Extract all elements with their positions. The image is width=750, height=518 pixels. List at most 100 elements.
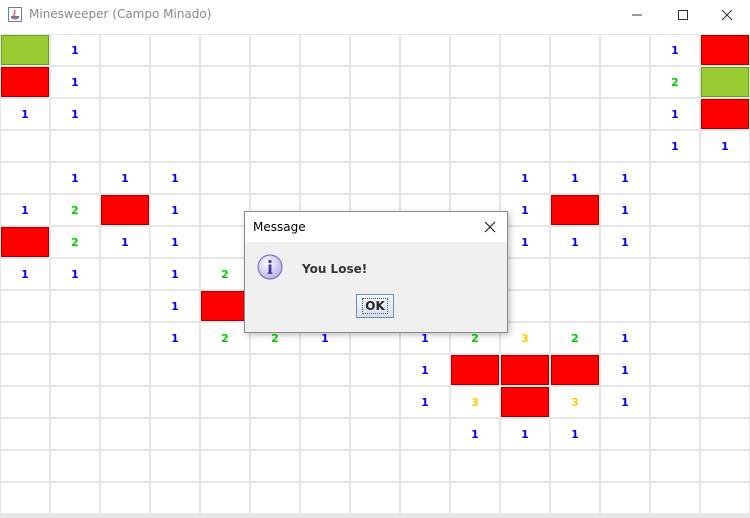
- empty-cell[interactable]: [201, 163, 249, 193]
- empty-cell[interactable]: [201, 387, 249, 417]
- empty-cell[interactable]: [301, 451, 349, 481]
- empty-cell[interactable]: [501, 99, 549, 129]
- number-cell[interactable]: 2: [51, 195, 99, 225]
- empty-cell[interactable]: [201, 195, 249, 225]
- number-cell[interactable]: 1: [501, 419, 549, 449]
- number-cell[interactable]: 1: [601, 163, 649, 193]
- empty-cell[interactable]: [701, 195, 749, 225]
- empty-cell[interactable]: [301, 355, 349, 385]
- empty-cell[interactable]: [701, 387, 749, 417]
- number-cell[interactable]: 1: [601, 195, 649, 225]
- empty-cell[interactable]: [701, 483, 749, 513]
- number-cell[interactable]: 1: [501, 227, 549, 257]
- empty-cell[interactable]: [601, 67, 649, 97]
- empty-cell[interactable]: [601, 451, 649, 481]
- empty-cell[interactable]: [251, 67, 299, 97]
- number-cell[interactable]: 1: [151, 227, 199, 257]
- empty-cell[interactable]: [451, 67, 499, 97]
- empty-cell[interactable]: [551, 131, 599, 161]
- empty-cell[interactable]: [651, 163, 699, 193]
- empty-cell[interactable]: [501, 483, 549, 513]
- mine-cell[interactable]: [501, 387, 549, 417]
- empty-cell[interactable]: [601, 35, 649, 65]
- number-cell[interactable]: 1: [501, 163, 549, 193]
- number-cell[interactable]: 1: [501, 195, 549, 225]
- empty-cell[interactable]: [551, 259, 599, 289]
- empty-cell[interactable]: [251, 483, 299, 513]
- empty-cell[interactable]: [451, 451, 499, 481]
- number-cell[interactable]: 1: [551, 163, 599, 193]
- empty-cell[interactable]: [401, 163, 449, 193]
- empty-cell[interactable]: [201, 355, 249, 385]
- empty-cell[interactable]: [251, 355, 299, 385]
- empty-cell[interactable]: [351, 419, 399, 449]
- number-cell[interactable]: 1: [701, 131, 749, 161]
- empty-cell[interactable]: [701, 227, 749, 257]
- empty-cell[interactable]: [451, 99, 499, 129]
- empty-cell[interactable]: [1, 323, 49, 353]
- empty-cell[interactable]: [651, 451, 699, 481]
- empty-cell[interactable]: [551, 451, 599, 481]
- empty-cell[interactable]: [51, 451, 99, 481]
- number-cell[interactable]: 1: [51, 67, 99, 97]
- number-cell[interactable]: 1: [1, 259, 49, 289]
- mine-cell[interactable]: [501, 355, 549, 385]
- number-cell[interactable]: 2: [51, 227, 99, 257]
- empty-cell[interactable]: [101, 355, 149, 385]
- empty-cell[interactable]: [51, 323, 99, 353]
- number-cell[interactable]: 1: [551, 419, 599, 449]
- empty-cell[interactable]: [601, 259, 649, 289]
- empty-cell[interactable]: [501, 131, 549, 161]
- empty-cell[interactable]: [401, 483, 449, 513]
- empty-cell[interactable]: [251, 131, 299, 161]
- empty-cell[interactable]: [501, 259, 549, 289]
- empty-cell[interactable]: [51, 419, 99, 449]
- number-cell[interactable]: 1: [601, 323, 649, 353]
- empty-cell[interactable]: [201, 419, 249, 449]
- mine-cell[interactable]: [451, 355, 499, 385]
- empty-cell[interactable]: [101, 35, 149, 65]
- flagged-cell[interactable]: [1, 35, 49, 65]
- empty-cell[interactable]: [351, 163, 399, 193]
- number-cell[interactable]: 1: [151, 195, 199, 225]
- number-cell[interactable]: 1: [401, 355, 449, 385]
- empty-cell[interactable]: [401, 131, 449, 161]
- number-cell[interactable]: 1: [151, 259, 199, 289]
- empty-cell[interactable]: [1, 483, 49, 513]
- empty-cell[interactable]: [501, 35, 549, 65]
- empty-cell[interactable]: [451, 483, 499, 513]
- mine-cell[interactable]: [1, 227, 49, 257]
- empty-cell[interactable]: [101, 387, 149, 417]
- empty-cell[interactable]: [101, 323, 149, 353]
- empty-cell[interactable]: [501, 67, 549, 97]
- empty-cell[interactable]: [701, 163, 749, 193]
- number-cell[interactable]: 1: [401, 387, 449, 417]
- number-cell[interactable]: 1: [1, 99, 49, 129]
- number-cell[interactable]: 1: [551, 227, 599, 257]
- empty-cell[interactable]: [1, 163, 49, 193]
- empty-cell[interactable]: [1, 131, 49, 161]
- number-cell[interactable]: 2: [201, 323, 249, 353]
- empty-cell[interactable]: [201, 35, 249, 65]
- empty-cell[interactable]: [301, 387, 349, 417]
- empty-cell[interactable]: [601, 483, 649, 513]
- empty-cell[interactable]: [351, 483, 399, 513]
- empty-cell[interactable]: [1, 387, 49, 417]
- empty-cell[interactable]: [151, 419, 199, 449]
- empty-cell[interactable]: [101, 419, 149, 449]
- empty-cell[interactable]: [251, 451, 299, 481]
- empty-cell[interactable]: [251, 419, 299, 449]
- empty-cell[interactable]: [301, 483, 349, 513]
- empty-cell[interactable]: [101, 131, 149, 161]
- empty-cell[interactable]: [101, 483, 149, 513]
- number-cell[interactable]: 1: [51, 99, 99, 129]
- empty-cell[interactable]: [551, 99, 599, 129]
- empty-cell[interactable]: [551, 35, 599, 65]
- mine-cell[interactable]: [551, 195, 599, 225]
- number-cell[interactable]: 1: [101, 163, 149, 193]
- empty-cell[interactable]: [651, 323, 699, 353]
- empty-cell[interactable]: [201, 99, 249, 129]
- empty-cell[interactable]: [351, 387, 399, 417]
- number-cell[interactable]: 1: [601, 355, 649, 385]
- empty-cell[interactable]: [51, 483, 99, 513]
